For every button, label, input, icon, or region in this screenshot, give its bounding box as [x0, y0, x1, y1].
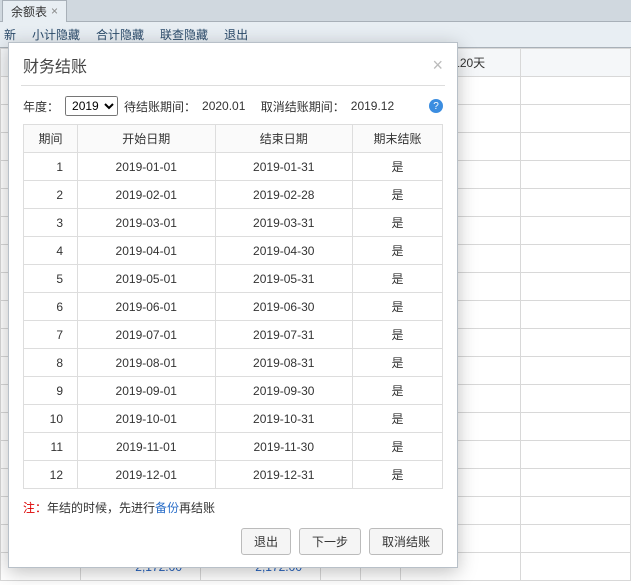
- toolbar-exit[interactable]: 退出: [224, 26, 248, 43]
- table-row[interactable]: 82019-08-012019-08-31是: [24, 349, 443, 377]
- cell-start: 2019-06-01: [78, 293, 216, 321]
- cancel-close-button[interactable]: 取消结账: [369, 528, 443, 555]
- table-row[interactable]: 122019-12-012019-12-31是: [24, 461, 443, 489]
- cell-start: 2019-01-01: [78, 153, 216, 181]
- cell-start: 2019-10-01: [78, 405, 216, 433]
- cell-end: 2019-11-30: [215, 433, 353, 461]
- cell-start: 2019-12-01: [78, 461, 216, 489]
- toolbar-total-hide[interactable]: 合计隐藏: [96, 26, 144, 43]
- table-row[interactable]: 42019-04-012019-04-30是: [24, 237, 443, 265]
- cell-closed: 是: [353, 405, 443, 433]
- cell-start: 2019-07-01: [78, 321, 216, 349]
- button-row: 退出 下一步 取消结账: [23, 528, 443, 555]
- cell-end: 2019-09-30: [215, 377, 353, 405]
- modal-title: 财务结账: [23, 53, 87, 77]
- cancel-period-value: 2019.12: [351, 99, 394, 113]
- cell-closed: 是: [353, 433, 443, 461]
- table-row[interactable]: 22019-02-012019-02-28是: [24, 181, 443, 209]
- cell-closed: 是: [353, 181, 443, 209]
- cell-period: 7: [24, 321, 78, 349]
- note-text2: 再结账: [179, 501, 215, 515]
- note: 注：年结的时候，先进行备份再结账: [23, 499, 443, 516]
- table-row[interactable]: 112019-11-012019-11-30是: [24, 433, 443, 461]
- cell-period: 8: [24, 349, 78, 377]
- cell-end: 2019-01-31: [215, 153, 353, 181]
- table-row[interactable]: 102019-10-012019-10-31是: [24, 405, 443, 433]
- cell-period: 6: [24, 293, 78, 321]
- cell-end: 2019-05-31: [215, 265, 353, 293]
- cell-start: 2019-03-01: [78, 209, 216, 237]
- cell-end: 2019-08-31: [215, 349, 353, 377]
- note-prefix: 注：: [23, 501, 47, 515]
- help-icon[interactable]: ?: [429, 99, 443, 113]
- cell-closed: 是: [353, 153, 443, 181]
- cell-end: 2019-03-31: [215, 209, 353, 237]
- close-icon[interactable]: ×: [432, 55, 443, 76]
- cell-period: 9: [24, 377, 78, 405]
- table-row[interactable]: 92019-09-012019-09-30是: [24, 377, 443, 405]
- toolbar-subtotal-hide[interactable]: 小计隐藏: [32, 26, 80, 43]
- th-end: 结束日期: [215, 125, 353, 153]
- cell-start: 2019-02-01: [78, 181, 216, 209]
- cell-start: 2019-08-01: [78, 349, 216, 377]
- close-icon[interactable]: ×: [51, 4, 58, 18]
- cell-closed: 是: [353, 461, 443, 489]
- cell-period: 1: [24, 153, 78, 181]
- toolbar-refresh[interactable]: 新: [4, 26, 16, 43]
- cell-end: 2019-12-31: [215, 461, 353, 489]
- cell-end: 2019-02-28: [215, 181, 353, 209]
- cell-start: 2019-05-01: [78, 265, 216, 293]
- next-button[interactable]: 下一步: [299, 528, 361, 555]
- cancel-period-label: 取消结账期间：: [261, 98, 345, 115]
- table-row[interactable]: 32019-03-012019-03-31是: [24, 209, 443, 237]
- cell-end: 2019-10-31: [215, 405, 353, 433]
- year-row: 年度： 2019 待结账期间： 2020.01 取消结账期间： 2019.12 …: [23, 96, 443, 116]
- cell-start: 2019-09-01: [78, 377, 216, 405]
- table-row[interactable]: 12019-01-012019-01-31是: [24, 153, 443, 181]
- cell-closed: 是: [353, 265, 443, 293]
- cell-closed: 是: [353, 377, 443, 405]
- cell-period: 4: [24, 237, 78, 265]
- table-row[interactable]: 62019-06-012019-06-30是: [24, 293, 443, 321]
- pending-label: 待结账期间：: [124, 98, 196, 115]
- cell-closed: 是: [353, 237, 443, 265]
- table-row[interactable]: 52019-05-012019-05-31是: [24, 265, 443, 293]
- cell-period: 12: [24, 461, 78, 489]
- period-table: 期间 开始日期 结束日期 期末结账 12019-01-012019-01-31是…: [23, 124, 443, 489]
- cell-start: 2019-11-01: [78, 433, 216, 461]
- cell-period: 2: [24, 181, 78, 209]
- closing-modal: 财务结账 × 年度： 2019 待结账期间： 2020.01 取消结账期间： 2…: [8, 42, 458, 568]
- cell-end: 2019-04-30: [215, 237, 353, 265]
- cell-closed: 是: [353, 293, 443, 321]
- cell-end: 2019-06-30: [215, 293, 353, 321]
- pending-value: 2020.01: [202, 99, 245, 113]
- backup-link[interactable]: 备份: [155, 501, 179, 515]
- table-row[interactable]: 72019-07-012019-07-31是: [24, 321, 443, 349]
- cell-period: 5: [24, 265, 78, 293]
- cell-start: 2019-04-01: [78, 237, 216, 265]
- cell-closed: 是: [353, 349, 443, 377]
- th-period: 期间: [24, 125, 78, 153]
- note-text1: 年结的时候，先进行: [47, 501, 155, 515]
- year-select[interactable]: 2019: [65, 96, 118, 116]
- tab-balance[interactable]: 余额表 ×: [2, 0, 67, 22]
- cell-period: 11: [24, 433, 78, 461]
- th-start: 开始日期: [78, 125, 216, 153]
- cell-end: 2019-07-31: [215, 321, 353, 349]
- cell-period: 3: [24, 209, 78, 237]
- tab-label: 余额表: [11, 3, 47, 20]
- cell-closed: 是: [353, 321, 443, 349]
- exit-button[interactable]: 退出: [241, 528, 291, 555]
- th-closed: 期末结账: [353, 125, 443, 153]
- toolbar-link-hide[interactable]: 联查隐藏: [160, 26, 208, 43]
- year-label: 年度：: [23, 98, 59, 115]
- cell-period: 10: [24, 405, 78, 433]
- cell-closed: 是: [353, 209, 443, 237]
- tab-bar: 余额表 ×: [0, 0, 631, 22]
